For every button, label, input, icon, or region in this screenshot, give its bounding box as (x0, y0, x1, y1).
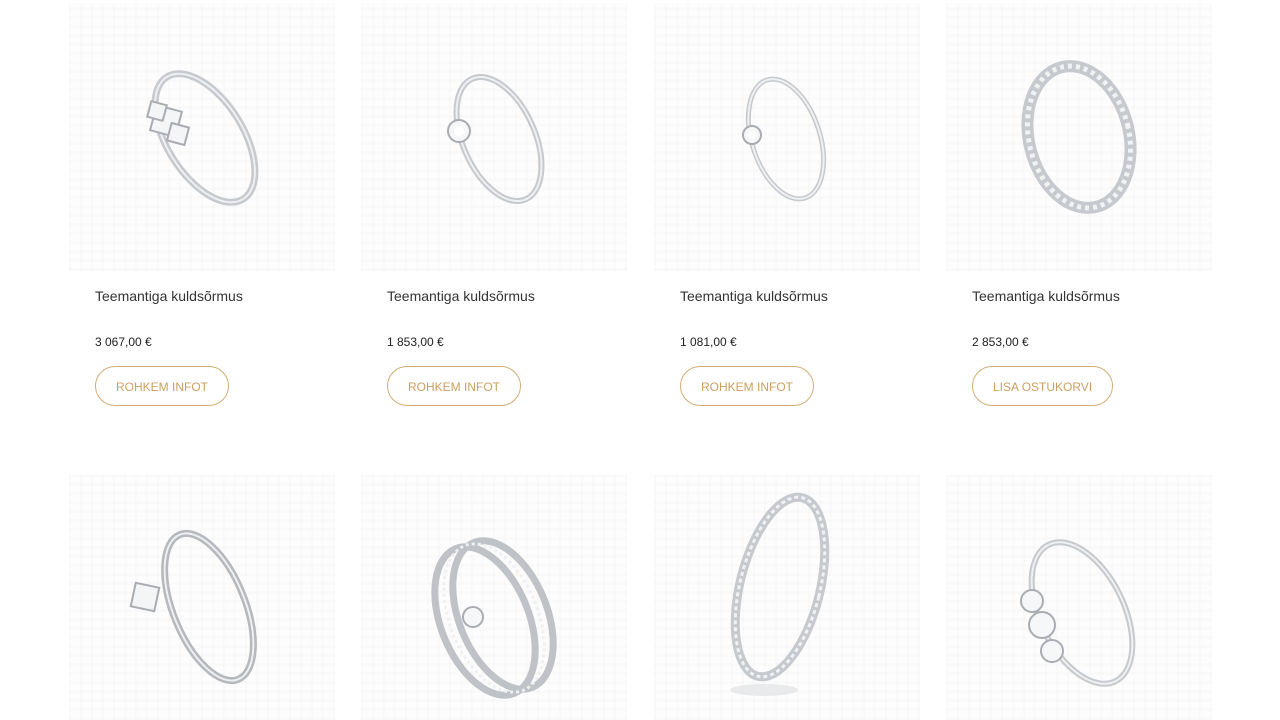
product-image-channel-set-band[interactable] (946, 3, 1212, 271)
product-price: 1 081,00 € (680, 335, 737, 349)
product-price: 1 853,00 € (387, 335, 444, 349)
product-title[interactable]: Teemantiga kuldsõrmus (680, 288, 828, 304)
more-info-button[interactable]: ROHKEM INFOT (387, 366, 521, 406)
product-image-bridal-set-ring[interactable] (361, 475, 627, 720)
product-title[interactable]: Teemantiga kuldsõrmus (387, 288, 535, 304)
product-grid: Teemantiga kuldsõrmus 3 067,00 € ROHKEM … (0, 0, 1280, 720)
product-card: Teemantiga kuldsõrmus 1 853,00 € ROHKEM … (361, 0, 627, 420)
add-to-cart-button[interactable]: LISA OSTUKORVI (972, 366, 1114, 406)
product-image-three-stone-round-ring[interactable] (946, 475, 1212, 720)
more-info-button[interactable]: ROHKEM INFOT (95, 366, 229, 406)
product-card: Teemantiga kuldsõrmus 3 067,00 € ROHKEM … (69, 0, 335, 420)
product-image-eternity-band-ring[interactable] (654, 475, 920, 720)
product-card: Teemantiga kuldsõrmus 2 853,00 € LISA OS… (946, 0, 1212, 420)
product-image-princess-solitaire-ring[interactable] (69, 475, 335, 720)
product-title[interactable]: Teemantiga kuldsõrmus (95, 288, 243, 304)
more-info-button[interactable]: ROHKEM INFOT (680, 366, 814, 406)
product-price: 2 853,00 € (972, 335, 1029, 349)
product-card: Teemantiga kuldsõrmus 1 081,00 € ROHKEM … (654, 0, 920, 420)
product-image-solitaire-pave-shank-ring[interactable] (361, 3, 627, 271)
product-card (361, 475, 627, 720)
product-card (654, 475, 920, 720)
product-image-three-stone-princess-ring[interactable] (69, 3, 335, 271)
product-card (69, 475, 335, 720)
product-price: 3 067,00 € (95, 335, 152, 349)
product-image-solitaire-ring[interactable] (654, 3, 920, 271)
product-title[interactable]: Teemantiga kuldsõrmus (972, 288, 1120, 304)
product-card (946, 475, 1212, 720)
